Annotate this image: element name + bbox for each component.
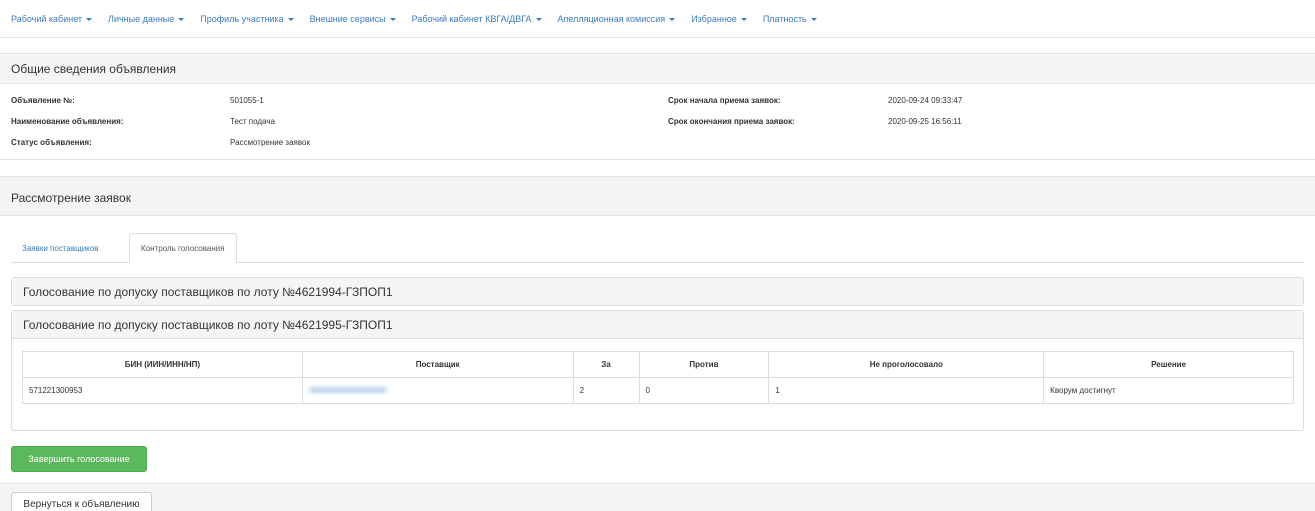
- finish-voting-button[interactable]: Завершить голосование: [11, 446, 147, 472]
- announcement-number-label: Объявление №:: [11, 96, 75, 105]
- end-date-label: Срок окончания приема заявок:: [668, 117, 795, 126]
- caret-down-icon: [86, 17, 93, 21]
- nav-item-paid[interactable]: Платность: [763, 14, 817, 24]
- voting-table: БИН (ИИН/ИНН/НП) Поставщик За Против Не …: [22, 351, 1294, 404]
- col-against: Против: [638, 351, 770, 378]
- end-date-value: 2020-09-25 16:56:11: [888, 117, 962, 126]
- start-date-label: Срок начала приема заявок:: [668, 96, 781, 105]
- announcement-number-value: 501055-1: [230, 96, 264, 105]
- announcement-status-value: Рассмотрение заявок: [230, 138, 310, 147]
- col-bin: БИН (ИИН/ИНН/НП): [22, 351, 303, 378]
- caret-down-icon: [389, 17, 396, 21]
- nav-item-external-services[interactable]: Внешние сервисы: [310, 14, 396, 24]
- announcement-name-value: Тест подача: [230, 117, 275, 126]
- top-navigation: Рабочий кабинет Личные данные Профиль уч…: [0, 0, 1315, 38]
- nav-item-participant-profile[interactable]: Профиль участника: [200, 14, 294, 24]
- col-decision: Решение: [1043, 351, 1294, 378]
- footer-bar: [0, 483, 1315, 511]
- col-for: За: [572, 351, 640, 378]
- nav-menu: Рабочий кабинет Личные данные Профиль уч…: [0, 0, 1315, 24]
- lot-panel-2-title[interactable]: Голосование по допуску поставщиков по ло…: [12, 311, 1303, 339]
- caret-down-icon: [740, 17, 747, 21]
- general-info-heading: Общие сведения объявления: [0, 53, 1315, 84]
- tab-voting-control[interactable]: Контроль голосования: [129, 233, 237, 264]
- tab-supplier-applications[interactable]: Заявки поставщиков: [11, 233, 109, 263]
- review-title: Рассмотрение заявок: [11, 191, 131, 205]
- caret-down-icon: [535, 17, 542, 21]
- nav-item-appeals[interactable]: Апелляционная комиссия: [558, 14, 676, 24]
- announcement-name-label: Наименование объявления:: [11, 117, 124, 126]
- back-to-announcement-button[interactable]: Вернуться к объявлению: [11, 492, 152, 511]
- caret-down-icon: [287, 17, 294, 21]
- redacted-supplier-link[interactable]: [308, 387, 387, 393]
- caret-down-icon: [669, 17, 676, 21]
- caret-down-icon: [178, 17, 185, 21]
- cell-for: 2: [572, 377, 640, 404]
- general-info-title: Общие сведения объявления: [11, 62, 177, 76]
- nav-item-personal-data[interactable]: Личные данные: [108, 14, 185, 24]
- nav-item-favorites[interactable]: Избранное: [691, 14, 747, 24]
- review-tabs: Заявки поставщиков Контроль голосования: [11, 233, 1304, 264]
- table-header-row: БИН (ИИН/ИНН/НП) Поставщик За Против Не …: [22, 351, 1294, 378]
- cell-bin: 571221300953: [22, 377, 303, 404]
- col-not-voted: Не проголосовало: [768, 351, 1045, 378]
- lot-panel-1[interactable]: Голосование по допуску поставщиков по ло…: [11, 277, 1304, 306]
- caret-down-icon: [810, 17, 817, 21]
- col-supplier: Поставщик: [301, 351, 574, 378]
- cell-against: 0: [638, 377, 770, 404]
- cell-decision: Кворум достигнут: [1043, 377, 1294, 404]
- start-date-value: 2020-09-24 09:33:47: [888, 96, 963, 105]
- announcement-status-label: Статус объявления:: [11, 138, 92, 147]
- nav-item-workspace[interactable]: Рабочий кабинет: [11, 14, 93, 24]
- table-row: 571221300953 2 0 1 Кворум достигнут: [22, 377, 1294, 404]
- divider: [0, 159, 1315, 160]
- cell-not-voted: 1: [768, 377, 1045, 404]
- lot-panel-1-title[interactable]: Голосование по допуску поставщиков по ло…: [12, 278, 1303, 305]
- review-heading: Рассмотрение заявок: [0, 176, 1315, 216]
- cell-supplier[interactable]: [301, 377, 574, 404]
- nav-item-kvga-dvga[interactable]: Рабочий кабинет КВГА/ДВГА: [412, 14, 542, 24]
